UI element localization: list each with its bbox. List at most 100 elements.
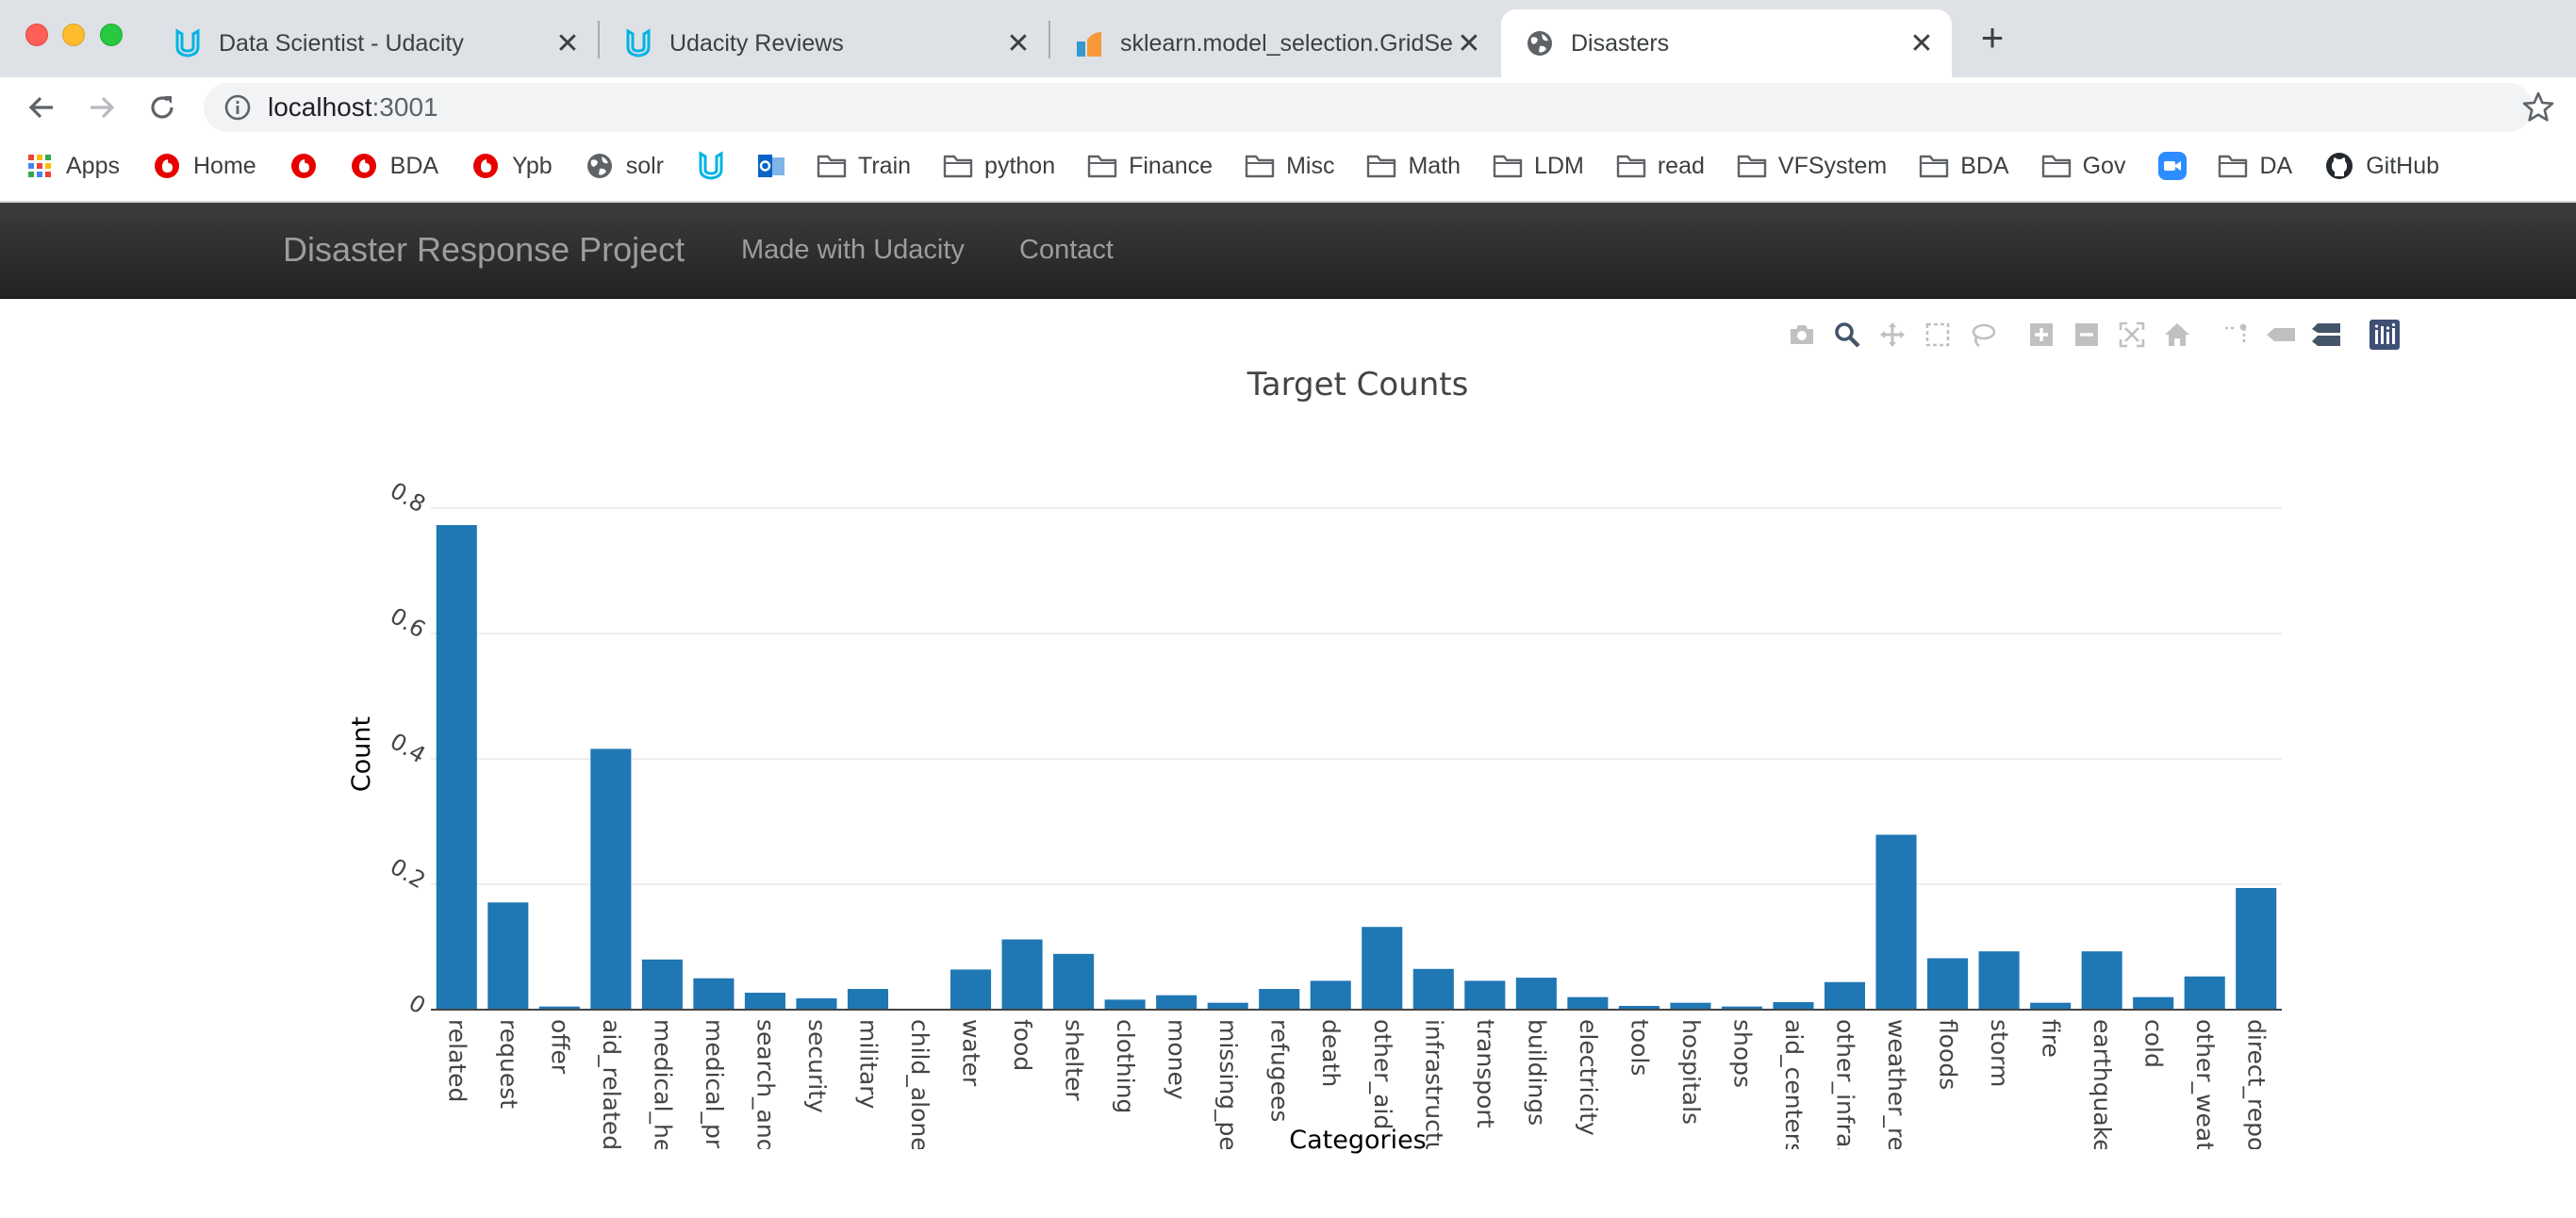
close-tab-icon[interactable]: ✕ [1001, 26, 1035, 60]
bookmark-item[interactable]: solr [585, 151, 664, 181]
x-tick-label: offer [546, 1019, 573, 1075]
bookmark-item[interactable]: Math [1366, 151, 1461, 181]
bookmark-item[interactable]: Home [152, 151, 256, 181]
bar-weather-rel- [1875, 834, 1917, 1010]
bar-earthquake [2081, 951, 2122, 1010]
pan-icon[interactable] [1874, 316, 1911, 354]
bookmark-item[interactable]: read [1616, 151, 1705, 181]
bookmark-item[interactable]: Gov [2041, 151, 2125, 181]
folder-icon [1245, 151, 1275, 181]
x-tick-label: refugees [1266, 1019, 1294, 1122]
zoom-icon [2157, 151, 2188, 181]
bookmark-item[interactable] [756, 151, 798, 181]
bookmark-label: BDA [389, 152, 439, 179]
bar-shelter [1053, 953, 1095, 1010]
bookmark-label: Train [858, 152, 912, 179]
tab-title: sklearn.model_selection.GridSe [1120, 29, 1452, 57]
x-tick-label: electricity [1575, 1019, 1602, 1136]
zoom-icon[interactable] [1828, 316, 1866, 354]
bookmark-item[interactable]: VFSystem [1737, 151, 1887, 181]
address-bar[interactable] [204, 83, 2533, 132]
nav-link-made-with-udacity[interactable]: Made with Udacity [741, 234, 965, 266]
spike-lines-icon[interactable] [2217, 316, 2254, 354]
x-tick-label: shops [1728, 1019, 1756, 1088]
nav-link-contact[interactable]: Contact [1019, 234, 1114, 266]
bookmark-item[interactable]: BDA [1919, 151, 2009, 181]
bar-refugees [1259, 989, 1300, 1010]
forward-button[interactable] [81, 87, 123, 128]
hover-closest-icon[interactable] [2262, 316, 2300, 354]
bookmark-item[interactable]: Apps [25, 151, 120, 181]
url-text[interactable]: localhost:3001 [268, 91, 438, 124]
reload-button[interactable] [141, 87, 183, 128]
autoscale-icon[interactable] [2113, 316, 2151, 354]
bookmark-item[interactable]: LDM [1493, 151, 1584, 181]
bookmark-item[interactable]: Finance [1087, 151, 1213, 181]
folder-icon [1087, 151, 1117, 181]
camera-icon[interactable] [1783, 316, 1821, 354]
bookmark-item[interactable] [2157, 151, 2199, 181]
tab-data-scientist[interactable]: Data Scientist - Udacity ✕ [149, 9, 598, 77]
folder-icon [817, 151, 847, 181]
reset-axes-icon[interactable] [2158, 316, 2196, 354]
bar-hospitals [1670, 1002, 1711, 1010]
bar-water [950, 969, 992, 1010]
new-tab-button[interactable]: + [1973, 18, 2011, 58]
minimize-window-button[interactable] [62, 24, 85, 46]
bookmark-label: DA [2259, 152, 2293, 179]
close-tab-icon[interactable]: ✕ [551, 26, 585, 60]
bookmark-item[interactable]: Ypb [471, 151, 553, 181]
back-button[interactable] [21, 87, 62, 128]
bookmark-label: GitHub [2366, 152, 2439, 179]
x-tick-label: aid_centers [1780, 1019, 1808, 1155]
arrow-right-icon [91, 96, 115, 119]
x-tick-label: tools [1626, 1019, 1653, 1076]
tab-sklearn[interactable]: sklearn.model_selection.GridSe ✕ [1050, 9, 1499, 77]
x-tick-label: security [803, 1019, 831, 1113]
globe-icon [585, 151, 615, 181]
bar-aid-related [590, 749, 632, 1010]
bar-medical-pro [693, 978, 735, 1010]
bar-missing-pec [1207, 1002, 1248, 1010]
bar-infrastructur [1412, 968, 1454, 1010]
bookmark-label: Ypb [512, 152, 553, 179]
tab-title: Data Scientist - Udacity [219, 29, 464, 57]
box-select-icon[interactable] [1919, 316, 1957, 354]
bookmark-label: Home [192, 152, 256, 179]
zoom-out-icon[interactable] [2068, 316, 2105, 354]
info-icon[interactable] [223, 92, 253, 123]
folder-icon [1737, 151, 1767, 181]
hover-compare-icon[interactable] [2307, 316, 2345, 354]
bookmark-item[interactable]: BDA [349, 151, 438, 181]
x-tick-label: search_and_ [751, 1019, 779, 1166]
bookmark-label: Finance [1129, 152, 1214, 179]
bookmark-item[interactable]: GitHub [2324, 151, 2439, 181]
plotly-logo-icon[interactable] [2366, 316, 2403, 354]
reload-icon [151, 96, 173, 119]
maximize-window-button[interactable] [100, 24, 123, 46]
brand-link[interactable]: Disaster Response Project [283, 230, 685, 270]
zoom-in-icon[interactable] [2023, 316, 2060, 354]
close-tab-icon[interactable]: ✕ [1905, 26, 1939, 60]
close-tab-icon[interactable]: ✕ [1452, 26, 1486, 60]
lasso-select-icon[interactable] [1964, 316, 2002, 354]
bookmark-item[interactable]: Train [817, 151, 911, 181]
close-window-button[interactable] [25, 24, 48, 46]
bookmark-label: Apps [66, 152, 120, 179]
bookmark-item[interactable] [696, 151, 737, 181]
bookmark-label: Misc [1286, 152, 1335, 179]
bookmark-item[interactable] [289, 151, 330, 181]
x-tick-label: weather_rel. [1883, 1019, 1910, 1165]
bar-clothing [1104, 999, 1146, 1010]
x-tick-label: fire [2038, 1019, 2065, 1058]
tab-disasters[interactable]: Disasters ✕ [1501, 9, 1952, 77]
tab-udacity-reviews[interactable]: Udacity Reviews ✕ [600, 9, 1049, 77]
bookmark-item[interactable]: DA [2218, 151, 2292, 181]
bookmark-item[interactable]: Misc [1245, 151, 1334, 181]
x-tick-label: floods [1935, 1019, 1962, 1090]
bookmark-star-icon[interactable] [2519, 89, 2557, 126]
x-tick-label: buildings [1523, 1019, 1550, 1126]
x-tick-label: water [958, 1019, 985, 1087]
bookmark-item[interactable]: python [943, 151, 1055, 181]
x-tick-label: medical_pro [701, 1019, 728, 1162]
